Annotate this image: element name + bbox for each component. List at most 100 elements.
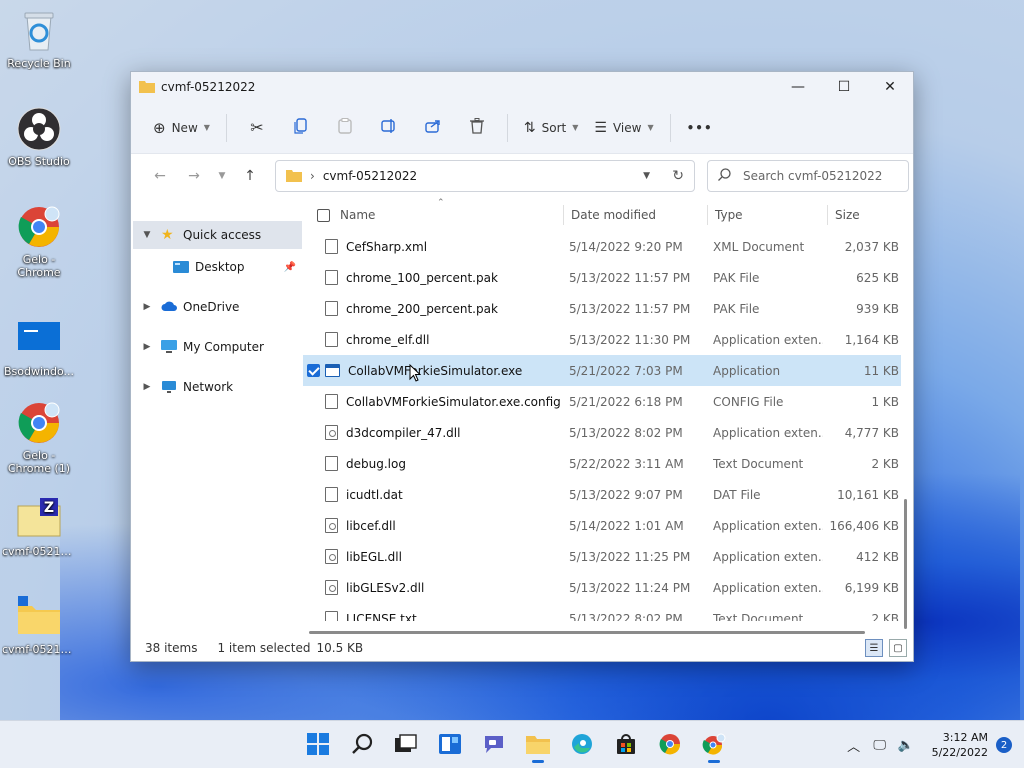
desktop-icon-gelo-chrome-1[interactable]: Gelo - Chrome (1) — [2, 400, 76, 475]
details-view-button[interactable]: ☰ — [865, 639, 883, 657]
file-type: Text Document — [713, 611, 804, 622]
desktop-icon-label: cvmf-05212... — [2, 545, 76, 558]
checkbox-box — [317, 208, 330, 222]
column-divider[interactable] — [827, 205, 828, 225]
file-name: chrome_100_percent.pak — [346, 270, 498, 285]
trash-icon — [469, 118, 484, 137]
table-row[interactable]: icudtl.dat 5/13/2022 9:07 PM DAT File 10… — [303, 479, 901, 510]
vertical-scrollbar[interactable] — [904, 499, 907, 629]
table-row-selected[interactable]: CollabVMForkieSimulator.exe 5/21/2022 7:… — [303, 355, 901, 386]
volume-icon[interactable]: 🔈 — [894, 738, 918, 753]
dll-file-icon — [325, 549, 338, 564]
file-size: 2,037 KB — [844, 239, 899, 254]
edge-button[interactable] — [562, 725, 602, 765]
close-button[interactable]: ✕ — [867, 72, 913, 102]
clock-time: 3:12 AM — [942, 731, 988, 744]
file-explorer-taskbar-button[interactable] — [518, 725, 558, 765]
notification-badge[interactable]: 2 — [996, 737, 1012, 753]
pin-icon[interactable]: 📌 — [284, 262, 296, 273]
row-checkbox[interactable] — [307, 355, 321, 386]
column-divider[interactable] — [563, 205, 564, 225]
table-row[interactable]: debug.log 5/22/2022 3:11 AM Text Documen… — [303, 448, 901, 479]
nav-item-my-computer[interactable]: ▶ My Computer — [133, 333, 302, 361]
column-name-label: Name — [340, 208, 376, 222]
table-row[interactable]: chrome_200_percent.pak 5/13/2022 11:57 P… — [303, 293, 901, 324]
table-row[interactable]: CollabVMForkieSimulator.exe.config 5/21/… — [303, 386, 901, 417]
maximize-button[interactable]: ☐ — [821, 72, 867, 102]
desktop-icon-cvmf-folder[interactable]: cvmf-05212... — [2, 594, 76, 656]
horizontal-scrollbar[interactable] — [309, 631, 865, 634]
column-name[interactable]: Name — [340, 199, 560, 231]
file-name: chrome_elf.dll — [346, 332, 430, 347]
table-row[interactable]: libGLESv2.dll 5/13/2022 11:24 PM Applica… — [303, 572, 901, 603]
desktop-icon-bsodwindows[interactable]: Bsodwindo... — [2, 316, 76, 378]
desktop-icon-recycle-bin[interactable]: Recycle Bin — [2, 8, 76, 70]
show-hidden-icons-button[interactable]: ︿ — [842, 736, 866, 755]
paste-button[interactable] — [323, 113, 367, 143]
text-file-icon — [325, 611, 338, 621]
chat-button[interactable] — [474, 725, 514, 765]
column-size[interactable]: Size — [835, 199, 895, 231]
start-button[interactable] — [298, 725, 338, 765]
desktop-icon-label: Bsodwindo... — [3, 365, 75, 378]
table-row[interactable]: libEGL.dll 5/13/2022 11:25 PM Applicatio… — [303, 541, 901, 572]
cut-button[interactable]: ✂ — [235, 113, 279, 143]
view-button[interactable]: ☰ View ▼ — [586, 113, 661, 143]
table-row[interactable]: CefSharp.xml 5/14/2022 9:20 PM XML Docum… — [303, 231, 901, 262]
search-input[interactable]: Search cvmf-05212022 — [707, 160, 909, 192]
table-row[interactable]: libcef.dll 5/14/2022 1:01 AM Application… — [303, 510, 901, 541]
delete-button[interactable] — [455, 113, 499, 143]
store-button[interactable] — [606, 725, 646, 765]
clock[interactable]: 3:12 AM 5/22/2022 — [932, 730, 988, 760]
status-bar: 38 items 1 item selected 10.5 KB ☰ ▢ — [131, 635, 913, 661]
sort-button[interactable]: ⇅ Sort ▼ — [516, 113, 587, 143]
checkbox-checked — [307, 364, 320, 377]
desktop-icon-gelo-chrome[interactable]: Gelo - Chrome — [2, 204, 76, 279]
network-status-icon[interactable]: 🖵 — [868, 738, 892, 753]
more-options-button[interactable]: ••• — [679, 113, 721, 143]
search-button[interactable] — [342, 725, 382, 765]
recent-locations-button[interactable]: ▼ — [211, 161, 233, 191]
table-row[interactable]: chrome_100_percent.pak 5/13/2022 11:57 P… — [303, 262, 901, 293]
nav-item-desktop[interactable]: Desktop 📌 — [133, 253, 302, 281]
address-bar[interactable]: › cvmf-05212022 ▼ ↻ — [275, 160, 695, 192]
refresh-button[interactable]: ↻ — [672, 161, 684, 191]
file-icon — [325, 394, 338, 409]
task-view-button[interactable] — [386, 725, 426, 765]
table-row[interactable]: LICENSE.txt 5/13/2022 8:02 PM Text Docum… — [303, 603, 901, 621]
column-type[interactable]: Type — [715, 199, 825, 231]
column-date-modified[interactable]: Date modified — [571, 199, 707, 231]
minimize-button[interactable]: — — [775, 72, 821, 102]
rename-button[interactable] — [367, 113, 411, 143]
file-size: 2 KB — [871, 611, 899, 622]
windows-logo-icon — [307, 732, 329, 758]
address-dropdown-button[interactable]: ▼ — [643, 161, 650, 191]
tiles-view-button[interactable]: ▢ — [889, 639, 907, 657]
nav-item-network[interactable]: ▶ Network — [133, 373, 302, 401]
select-all-checkbox[interactable] — [317, 199, 330, 231]
widgets-button[interactable] — [430, 725, 470, 765]
back-button[interactable]: ← — [143, 161, 177, 191]
dll-file-icon — [325, 580, 338, 595]
forward-button[interactable]: → — [177, 161, 211, 191]
up-button[interactable]: ↑ — [233, 161, 267, 191]
nav-item-onedrive[interactable]: ▶ OneDrive — [133, 293, 302, 321]
file-name: chrome_200_percent.pak — [346, 301, 498, 316]
table-row[interactable]: chrome_elf.dll 5/13/2022 11:30 PM Applic… — [303, 324, 901, 355]
chrome-profile-taskbar-button[interactable] — [694, 725, 734, 765]
nav-item-label: Desktop — [195, 260, 245, 274]
file-name: libGLESv2.dll — [346, 580, 425, 595]
copy-button[interactable] — [279, 113, 323, 143]
table-row[interactable]: d3dcompiler_47.dll 5/13/2022 8:02 PM App… — [303, 417, 901, 448]
nav-item-quick-access[interactable]: ▼ ★ Quick access — [133, 221, 302, 249]
desktop-icon-cvmf-zip[interactable]: Z cvmf-05212... — [2, 496, 76, 558]
title-bar[interactable]: cvmf-05212022 — ☐ ✕ — [131, 72, 913, 102]
column-divider[interactable] — [707, 205, 708, 225]
file-type: XML Document — [713, 239, 805, 254]
zip-archive-icon: Z — [16, 496, 62, 542]
desktop-icon-obs-studio[interactable]: OBS Studio — [2, 106, 76, 168]
new-button[interactable]: ⊕ New ▼ — [145, 113, 218, 143]
chrome-taskbar-button[interactable] — [650, 725, 690, 765]
share-button[interactable] — [411, 113, 455, 143]
xml-file-icon — [325, 239, 338, 254]
